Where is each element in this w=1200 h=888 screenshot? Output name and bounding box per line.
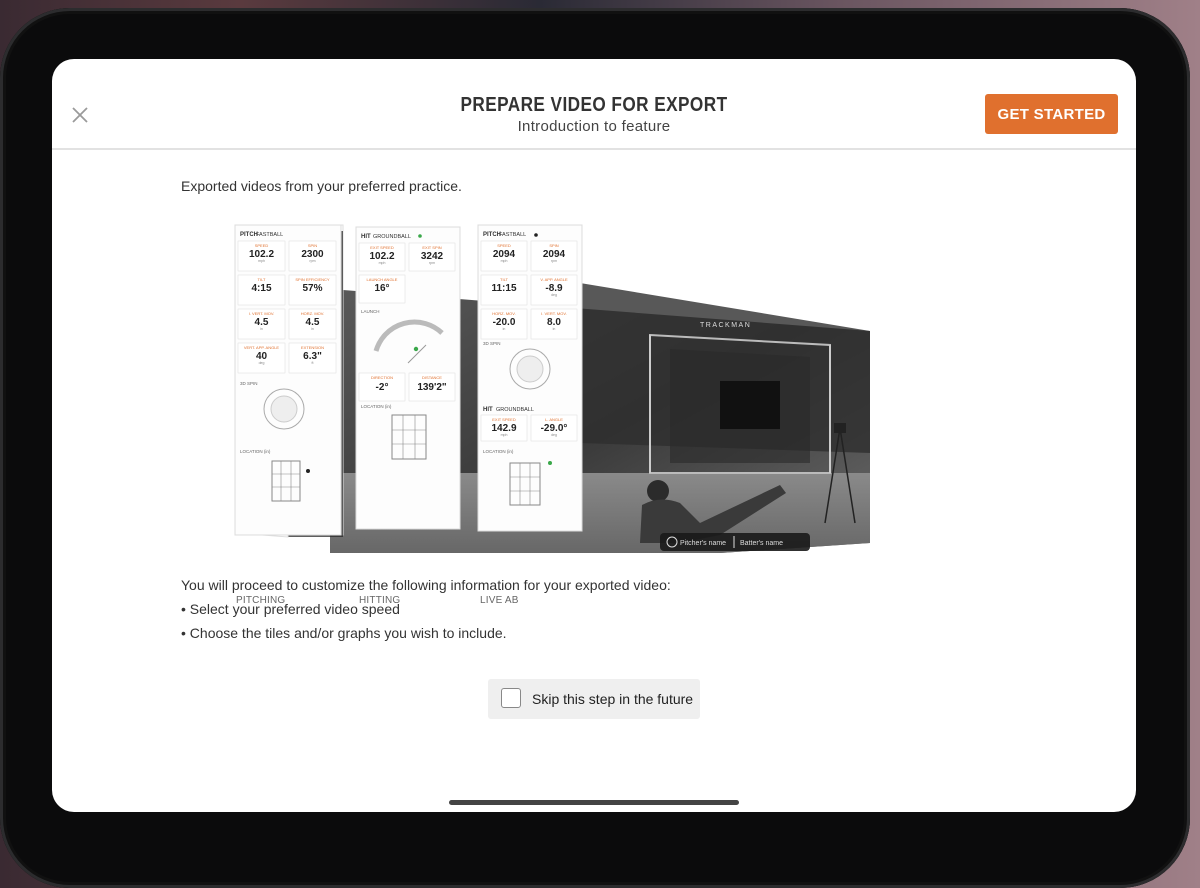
metric-tile: I. VERT. MOV.4.5in	[237, 308, 286, 340]
trackman-brand: TRACKMAN	[700, 322, 751, 329]
metric-tile: LAUNCH ANGLE16°	[358, 274, 406, 304]
export-preview-image: Pitcher's name Batter's name TRACKMAN PI…	[180, 223, 920, 606]
metric-tile: DISTANCE 139'2"	[408, 372, 456, 402]
modal-header: PREPARE VIDEO FOR EXPORT Introduction to…	[52, 59, 1136, 150]
metric-tile: HORZ. MOV.4.5in	[288, 308, 337, 340]
svg-text:LOCATION (in): LOCATION (in)	[361, 404, 392, 409]
metric-unit: mph	[258, 259, 265, 263]
metric-label: DISTANCE	[422, 375, 442, 380]
metric-tile: V. APP. ANGLE-8.9deg	[530, 274, 578, 306]
svg-text:LAUNCH: LAUNCH	[361, 309, 380, 314]
metric-label: DIRECTION	[371, 375, 393, 380]
metric-tile: TILT11:15	[480, 274, 528, 306]
metric-tile: SPIN EFFICIENCY57%	[288, 274, 337, 306]
metric-tile: HORZ. MOV.-20.0in	[480, 308, 528, 340]
metric-value: -2°	[376, 382, 389, 393]
metric-value: 4:15	[251, 283, 271, 294]
caption-live-ab: LIVE AB	[480, 595, 519, 606]
metric-label: SPEED	[255, 243, 269, 248]
metric-tile: L. ANGLE-29.0°deg	[530, 414, 578, 442]
modal-screen: PREPARE VIDEO FOR EXPORT Introduction to…	[52, 59, 1136, 812]
metric-unit: in	[503, 327, 506, 331]
metric-label: I. VERT. MOV.	[249, 311, 275, 316]
svg-text:3D SPIN: 3D SPIN	[483, 341, 501, 346]
metric-label: EXIT SPEED	[370, 245, 394, 250]
metric-value: 139'2"	[417, 382, 447, 393]
metric-tile: SPEED2094mph	[480, 240, 528, 272]
pitcher-tag: Pitcher's name	[680, 540, 726, 547]
metric-label: TILT	[258, 277, 266, 282]
metric-unit: deg	[551, 293, 557, 297]
skip-step-toggle[interactable]: Skip this step in the future	[488, 679, 700, 719]
liveab-card: PITCH FASTBALL SPEED2094mphSPIN2094rpmTI…	[477, 224, 583, 532]
metric-unit: mph	[501, 433, 508, 437]
metric-tile: SPIN2300rpm	[288, 240, 337, 272]
svg-text:GROUNDBALL: GROUNDBALL	[373, 234, 411, 240]
hitting-card: HIT GROUNDBALL EXIT SPEED102.2mphEXIT SP…	[355, 226, 461, 530]
metric-tile: EXIT SPEED102.2mph	[358, 242, 406, 272]
metric-unit: ft	[312, 361, 314, 365]
metric-label: HORZ. MOV.	[301, 311, 324, 316]
instructions-lead: You will proceed to customize the follow…	[181, 577, 671, 593]
metric-unit: rpm	[551, 259, 557, 263]
metric-unit: in	[553, 327, 556, 331]
metric-label: LAUNCH ANGLE	[367, 277, 398, 282]
metric-label: HORZ. MOV.	[492, 311, 515, 316]
metric-unit: in	[260, 327, 263, 331]
metric-tile: SPEED102.2mph	[237, 240, 286, 272]
instruction-bullet-1: • Select your preferred video speed	[181, 601, 400, 617]
metric-label: EXTENSION	[301, 345, 324, 350]
get-started-button[interactable]: GET STARTED	[985, 94, 1118, 134]
metric-tile: VERT. APP. ANGLE40deg	[237, 342, 286, 374]
metric-tile: EXIT SPIN3242rpm	[408, 242, 456, 272]
metric-tile: EXIT SPEED142.9mph	[480, 414, 528, 442]
metric-label: SPIN	[308, 243, 317, 248]
pitching-card: PITCH FASTBALL SPEED102.2mphSPIN2300rpmT…	[234, 224, 342, 536]
svg-text:3D SPIN: 3D SPIN	[240, 381, 258, 386]
metric-value: 11:15	[491, 283, 516, 294]
metric-tile: SPIN2094rpm	[530, 240, 578, 272]
metric-label: L. ANGLE	[545, 417, 563, 422]
metric-unit: mph	[501, 259, 508, 263]
svg-text:GROUNDBALL: GROUNDBALL	[496, 407, 534, 413]
metric-tile: DIRECTION -2°	[358, 372, 406, 402]
metric-unit: rpm	[429, 261, 435, 265]
svg-text:FASTBALL: FASTBALL	[256, 232, 283, 238]
home-indicator	[449, 800, 739, 805]
metric-label: TILT	[500, 277, 508, 282]
metric-unit: deg	[259, 361, 265, 365]
metric-tile: I. VERT. MOV.8.0in	[530, 308, 578, 340]
metric-label: SPIN EFFICIENCY	[295, 277, 330, 282]
metric-unit: in	[311, 327, 314, 331]
metric-label: I. VERT. MOV.	[541, 311, 567, 316]
svg-text:LOCATION (in): LOCATION (in)	[240, 449, 271, 454]
skip-label: Skip this step in the future	[532, 691, 694, 707]
instruction-bullet-2: • Choose the tiles and/or graphs you wis…	[181, 625, 507, 641]
intro-text: Exported videos from your preferred prac…	[181, 178, 462, 194]
metric-tile: TILT4:15	[237, 274, 286, 306]
metric-value: 16°	[374, 283, 389, 294]
svg-text:HIT: HIT	[483, 407, 493, 413]
metric-label: SPEED	[497, 243, 511, 248]
batter-tag: Batter's name	[740, 540, 783, 547]
metric-label: EXIT SPIN	[422, 245, 441, 250]
metric-value: 57%	[302, 283, 322, 294]
metric-label: VERT. APP. ANGLE	[244, 345, 280, 350]
svg-text:LOCATION (in): LOCATION (in)	[483, 449, 514, 454]
metric-label: SPIN	[549, 243, 558, 248]
page-subtitle: Introduction to feature	[517, 118, 671, 135]
skip-checkbox[interactable]	[501, 688, 521, 708]
metric-unit: mph	[379, 261, 386, 265]
metric-label: EXIT SPEED	[492, 417, 516, 422]
metric-unit: rpm	[309, 259, 315, 263]
svg-text:FASTBALL: FASTBALL	[499, 232, 526, 238]
page-title: PREPARE VIDEO FOR EXPORT	[460, 94, 728, 116]
metric-label: V. APP. ANGLE	[540, 277, 568, 282]
metric-unit: deg	[551, 433, 557, 437]
svg-text:HIT: HIT	[361, 234, 371, 240]
metric-tile: EXTENSION6.3"ft	[288, 342, 337, 374]
